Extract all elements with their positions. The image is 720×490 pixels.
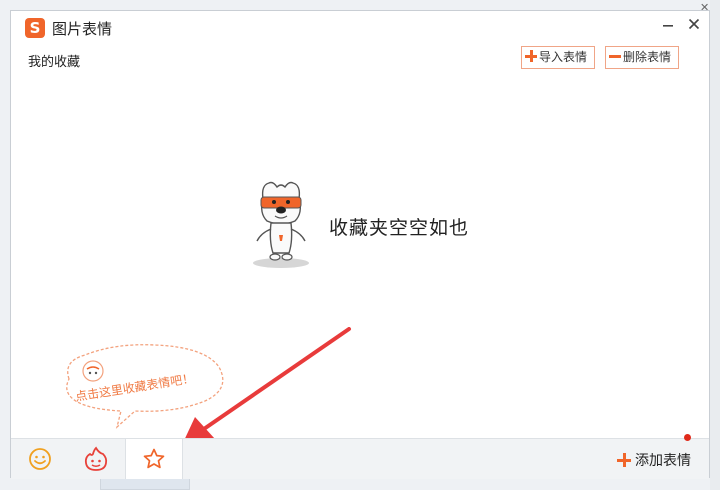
window-title: 图片表情 (52, 20, 113, 38)
import-emoticon-button[interactable]: 导入表情 (521, 46, 595, 69)
close-button[interactable] (685, 17, 703, 35)
section-title: 我的收藏 (28, 55, 81, 70)
tab-emoji[interactable] (13, 439, 67, 479)
close-icon (688, 18, 700, 30)
background-window-edge (710, 0, 720, 490)
flame-face-icon (84, 446, 108, 471)
import-label: 导入表情 (539, 50, 588, 64)
smiley-icon (29, 448, 51, 470)
tab-favorites[interactable] (125, 439, 183, 479)
notification-dot (684, 434, 691, 441)
background-taskbar-thumbnail (100, 478, 190, 490)
bottom-tab-bar (11, 438, 709, 479)
add-emoticon-button[interactable]: 添加表情 (617, 450, 691, 472)
minimize-icon (663, 25, 673, 27)
desktop-background (0, 0, 720, 10)
delete-emoticon-button[interactable]: 删除表情 (605, 46, 679, 69)
minimize-button[interactable] (659, 17, 677, 35)
mascot-dog-icon (253, 181, 309, 268)
plus-icon (525, 50, 537, 62)
tab-hot[interactable] (69, 439, 123, 479)
minus-icon (609, 50, 621, 62)
plus-icon (617, 453, 631, 467)
title-bar: S 图片表情 (11, 11, 709, 45)
empty-state-message: 收藏夹空空如也 (329, 217, 470, 239)
sogou-logo-icon: S (25, 18, 45, 38)
delete-label: 删除表情 (623, 50, 672, 64)
star-icon (143, 448, 165, 469)
emoticon-window: S 图片表情 我的收藏 导入表情 删除表情 收藏夹空空如也 点击这里收藏表情吧！… (10, 10, 710, 479)
add-emoticon-label: 添加表情 (635, 453, 691, 469)
